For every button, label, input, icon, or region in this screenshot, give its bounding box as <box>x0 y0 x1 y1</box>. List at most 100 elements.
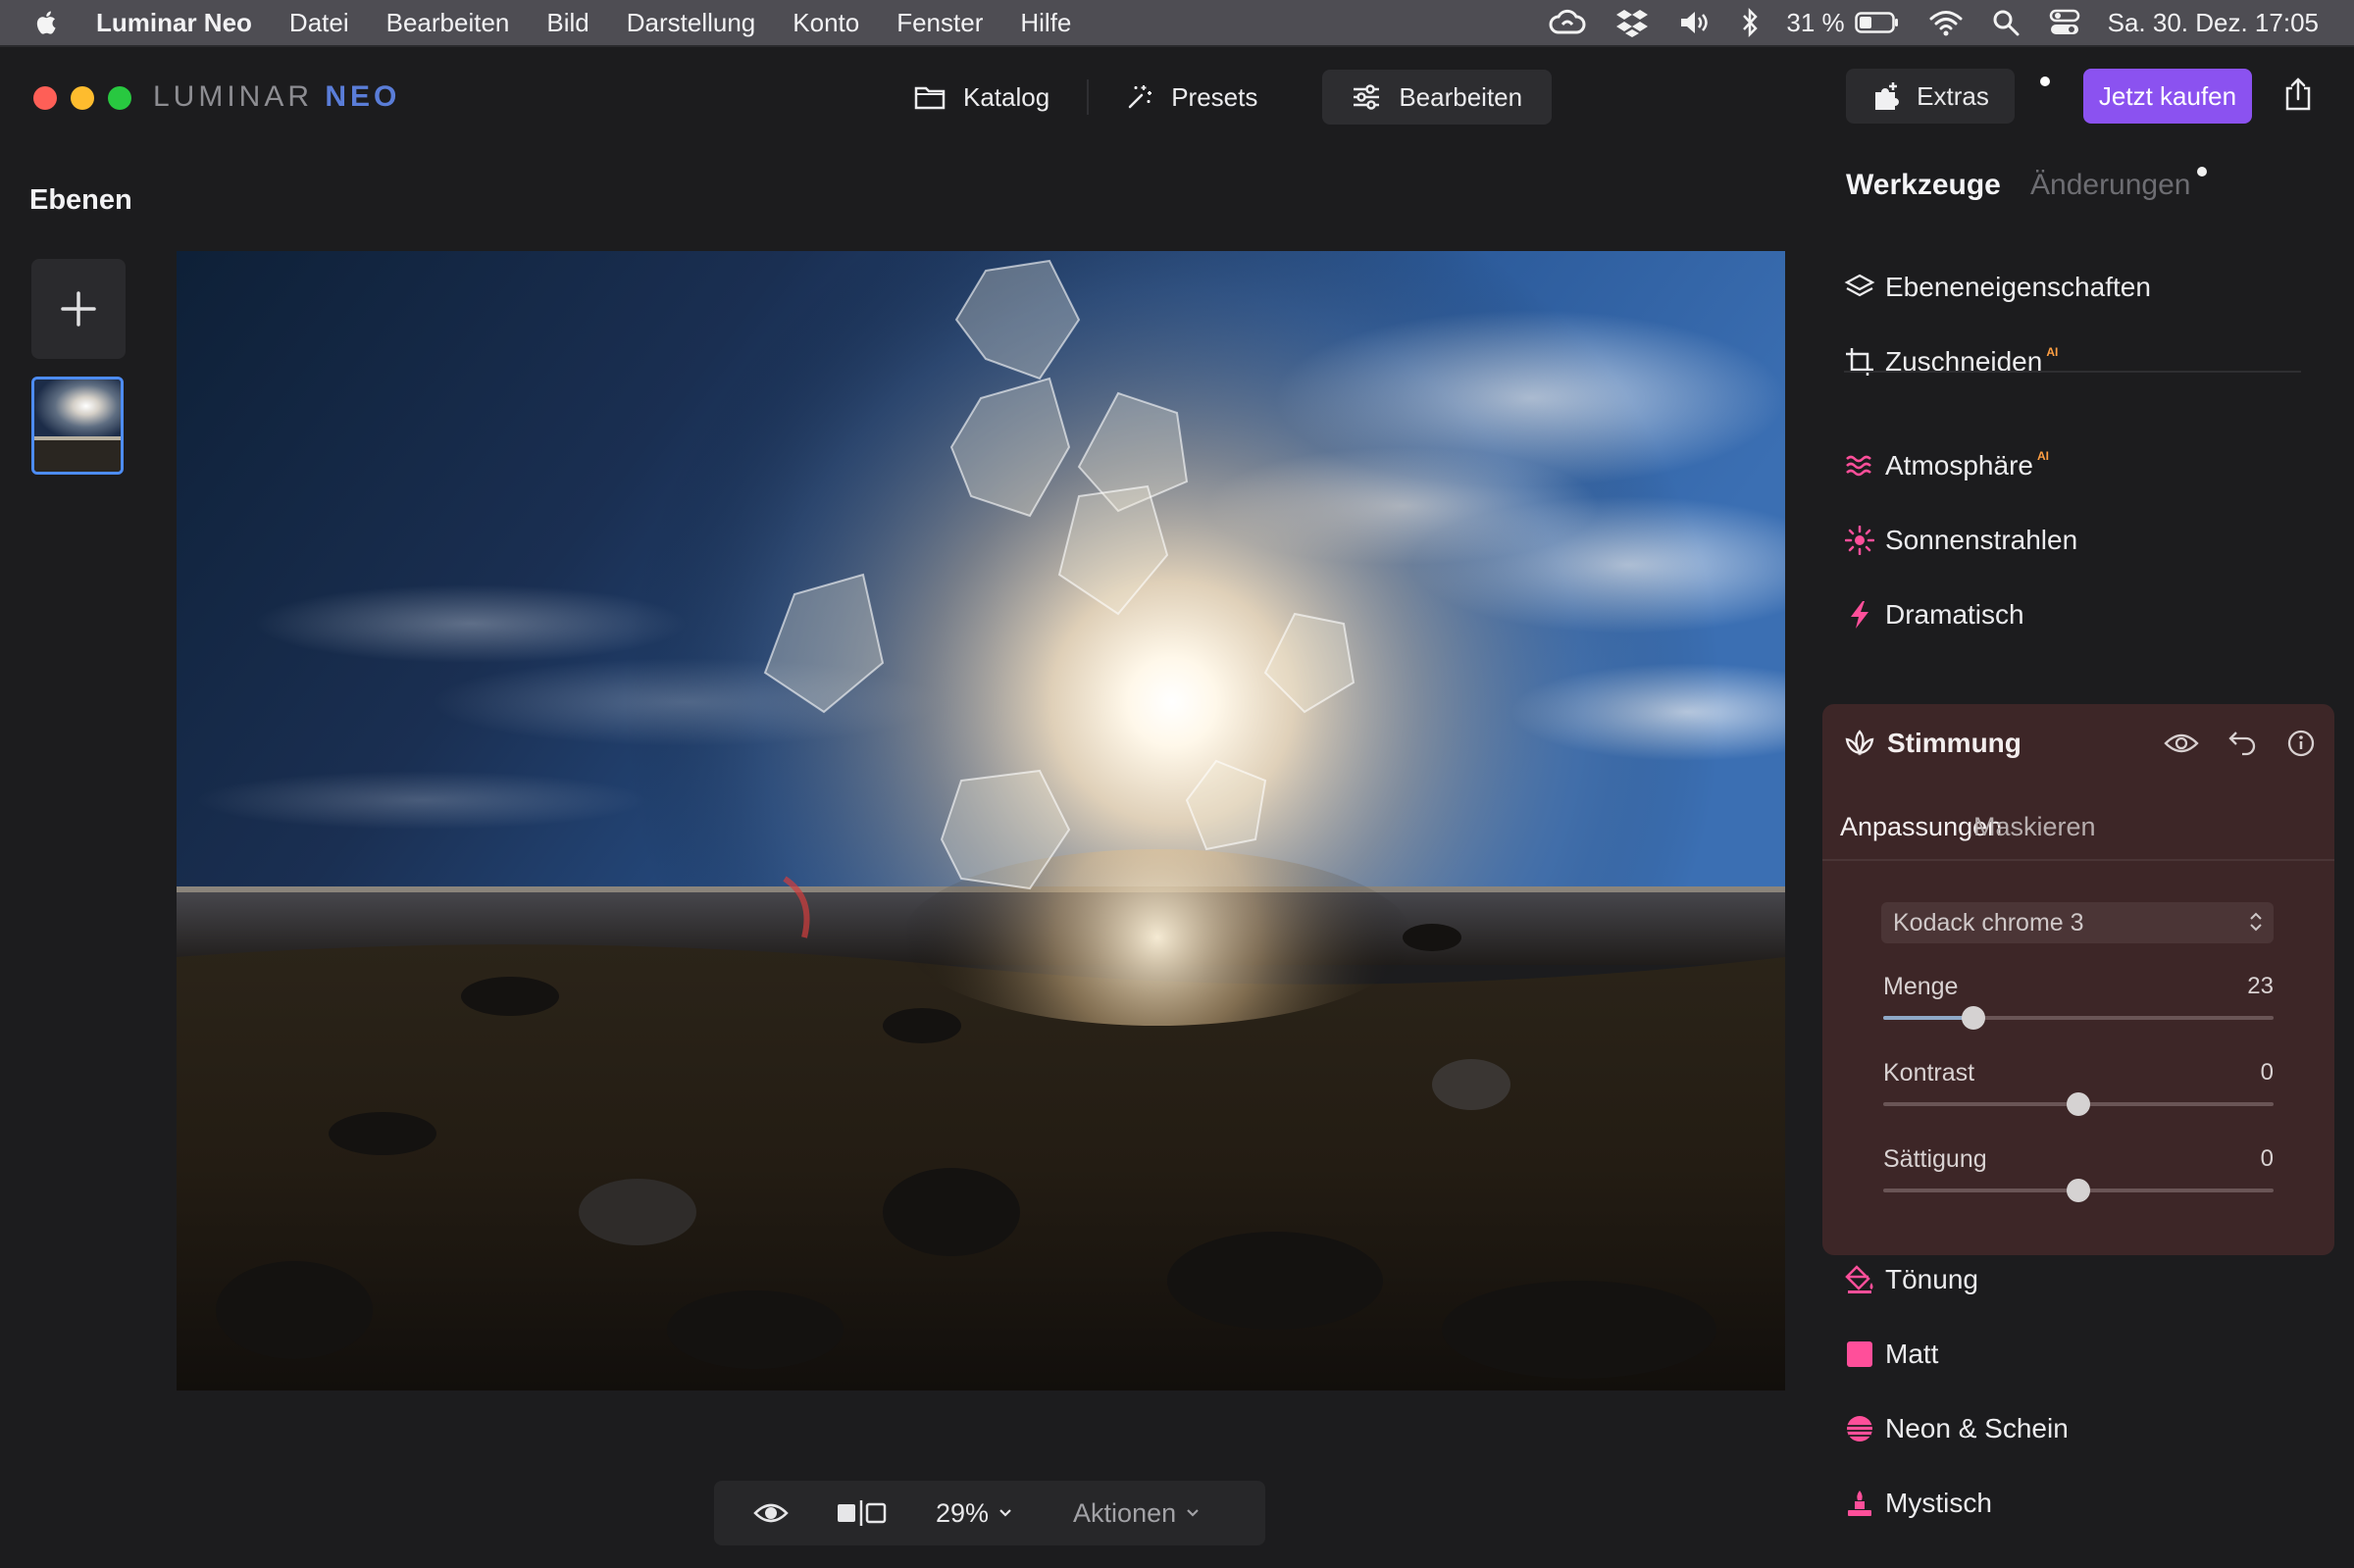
tab-bearbeiten[interactable]: Bearbeiten <box>1322 70 1553 125</box>
tool-label: Atmosphäre <box>1885 450 2033 481</box>
info-icon[interactable] <box>2287 730 2315 757</box>
lut-select-value: Kodack chrome 3 <box>1893 908 2084 936</box>
menu-datei[interactable]: Datei <box>289 8 349 38</box>
main-navigation: Katalog Presets Bearbeiten <box>885 67 1593 127</box>
slider-label: Sättigung <box>1883 1145 1987 1173</box>
menu-bearbeiten[interactable]: Bearbeiten <box>386 8 510 38</box>
tool-label: Ebeneneigenschaften <box>1885 272 2151 302</box>
ai-badge: AI <box>2036 449 2049 463</box>
preview-eye-icon[interactable] <box>753 1501 789 1525</box>
atmosphere-icon <box>1844 450 1875 481</box>
mystic-icon <box>1844 1488 1875 1519</box>
subtab-maskieren[interactable]: Maskieren <box>1973 812 2096 842</box>
menu-konto[interactable]: Konto <box>793 8 859 38</box>
magic-wand-icon <box>1128 85 1152 109</box>
slider-knob[interactable] <box>2067 1179 2090 1202</box>
logo-main: LUMINAR <box>153 80 314 113</box>
zoom-value: 29% <box>936 1497 990 1528</box>
extras-notification-dot <box>2040 76 2050 86</box>
crop-icon <box>1844 346 1875 378</box>
bluetooth-icon[interactable] <box>1741 8 1759 37</box>
extras-button[interactable]: Extras <box>1846 69 2015 124</box>
layer-thumbnail[interactable] <box>31 377 124 475</box>
tool-label: Tönung <box>1885 1264 1978 1294</box>
slider-label: Kontrast <box>1883 1059 1975 1087</box>
slider-knob[interactable] <box>1962 1006 1985 1030</box>
battery-percent: 31 % <box>1786 7 1845 37</box>
tab-katalog-label: Katalog <box>963 81 1050 112</box>
add-layer-button[interactable] <box>31 259 126 359</box>
extras-label: Extras <box>1917 80 1989 111</box>
window-minimize-button[interactable] <box>71 86 94 110</box>
tool-label: Neon & Schein <box>1885 1413 2069 1443</box>
menu-hilfe[interactable]: Hilfe <box>1020 8 1071 38</box>
tool-toenung[interactable]: Tönung <box>1844 1255 1978 1304</box>
menu-app-name[interactable]: Luminar Neo <box>96 8 252 38</box>
sliders-icon <box>1354 84 1380 110</box>
tab-presets[interactable]: Presets <box>1097 70 1287 125</box>
menu-bild[interactable]: Bild <box>546 8 588 38</box>
actions-dropdown[interactable]: Aktionen <box>1073 1498 1200 1529</box>
tool-stimmung-panel: Stimmung Anpassungen Maskieren Kodack ch… <box>1822 704 2334 1255</box>
tool-subtabs: Anpassungen Maskieren <box>1822 798 2334 861</box>
tool-header-actions <box>2134 730 2315 757</box>
tool-neon-schein[interactable]: Neon & Schein <box>1844 1404 2069 1453</box>
battery-icon[interactable] <box>1854 11 1900 34</box>
tool-mystisch[interactable]: Mystisch <box>1844 1479 1992 1528</box>
puzzle-icon <box>1875 82 1900 110</box>
folder-icon <box>914 86 946 110</box>
chevron-down-icon <box>1187 1509 1199 1517</box>
dropbox-icon[interactable] <box>1615 8 1649 37</box>
tab-werkzeuge[interactable]: Werkzeuge <box>1846 169 2001 202</box>
slider-value[interactable]: 23 <box>2247 973 2274 1000</box>
tool-label: Dramatisch <box>1885 599 2024 630</box>
tool-stimmung-header[interactable]: Stimmung <box>1844 728 2021 759</box>
main-photo-canvas[interactable] <box>177 251 1785 1391</box>
buy-now-button[interactable]: Jetzt kaufen <box>2083 69 2252 124</box>
tool-label: Mystisch <box>1885 1488 1992 1518</box>
window-close-button[interactable] <box>33 86 57 110</box>
lotus-icon <box>1845 730 1874 756</box>
slider-fill <box>1883 1016 1973 1020</box>
compare-split-icon[interactable] <box>836 1499 887 1527</box>
tool-dramatisch[interactable]: Dramatisch <box>1844 590 2024 639</box>
tool-atmosphaere[interactable]: Atmosphäre AI <box>1844 441 2049 490</box>
section-divider <box>1844 371 2301 373</box>
visibility-eye-icon[interactable] <box>2164 732 2199 755</box>
slider-value[interactable]: 0 <box>2261 1059 2274 1087</box>
lut-select[interactable]: Kodack chrome 3 <box>1881 902 2274 943</box>
slider-value[interactable]: 0 <box>2261 1145 2274 1173</box>
tool-ebeneneigenschaften[interactable]: Ebeneneigenschaften <box>1844 263 2151 312</box>
slider-knob[interactable] <box>2067 1092 2090 1116</box>
volume-icon[interactable] <box>1678 9 1712 36</box>
actions-label: Aktionen <box>1073 1497 1177 1528</box>
window-zoom-button[interactable] <box>108 86 131 110</box>
tab-bearbeiten-label: Bearbeiten <box>1399 81 1523 112</box>
creative-cloud-icon[interactable] <box>1549 9 1586 36</box>
app-window: LUMINAR NEO Katalog Presets Bearbeiten E… <box>0 45 2354 1568</box>
apple-icon[interactable] <box>33 8 61 37</box>
control-center-icon[interactable] <box>2049 8 2080 37</box>
paint-bucket-icon <box>1844 1264 1875 1295</box>
tool-label: Matt <box>1885 1339 1939 1369</box>
tab-presets-label: Presets <box>1171 81 1258 112</box>
app-logo: LUMINAR NEO <box>153 80 400 114</box>
share-icon[interactable] <box>2283 76 2313 112</box>
menu-fenster[interactable]: Fenster <box>896 8 983 38</box>
menu-darstellung[interactable]: Darstellung <box>627 8 756 38</box>
zoom-dropdown[interactable]: 29% <box>936 1498 1012 1529</box>
spotlight-search-icon[interactable] <box>1992 9 2020 36</box>
tool-sonnenstrahlen[interactable]: Sonnenstrahlen <box>1844 516 2077 565</box>
wifi-icon[interactable] <box>1929 9 1963 36</box>
layers-icon <box>1844 272 1875 303</box>
nav-divider <box>1087 79 1090 115</box>
tool-matt[interactable]: Matt <box>1844 1330 1938 1379</box>
tab-aenderungen[interactable]: Änderungen <box>2030 169 2190 202</box>
tool-zuschneiden[interactable]: Zuschneiden AI <box>1844 337 2058 386</box>
tab-katalog[interactable]: Katalog <box>885 70 1079 125</box>
chevron-down-icon <box>999 1509 1011 1517</box>
undo-icon[interactable] <box>2228 730 2258 757</box>
menu-clock[interactable]: Sa. 30. Dez. 17:05 <box>2108 8 2319 38</box>
tool-label: Zuschneiden <box>1885 346 2043 377</box>
lightning-icon <box>1844 599 1875 631</box>
